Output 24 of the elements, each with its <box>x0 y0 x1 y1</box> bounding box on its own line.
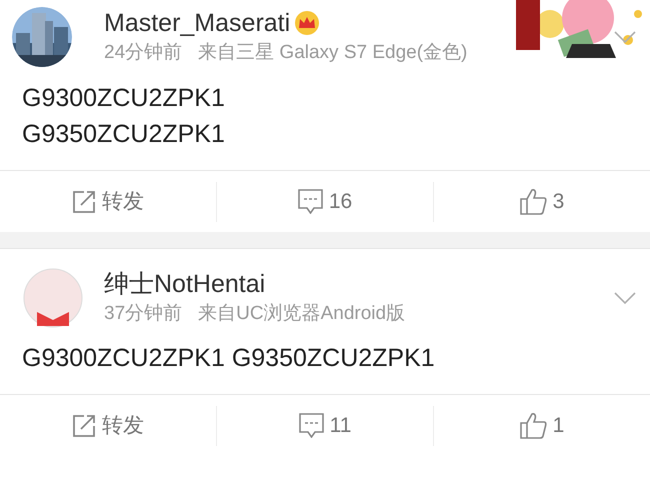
repost-button[interactable]: 转发 <box>72 186 144 218</box>
chevron-down-icon[interactable] <box>614 31 636 43</box>
like-button[interactable]: 1 <box>520 410 564 442</box>
post-source: 来自UC浏览器Android版 <box>198 302 406 326</box>
username[interactable]: Master_Maserati <box>104 8 290 38</box>
post-text: G9350ZCU2ZPK1 <box>22 119 226 150</box>
comment-icon <box>298 189 323 214</box>
avatar-icon <box>23 268 83 328</box>
thumbs-up-icon <box>520 188 547 215</box>
repost-button[interactable]: 转发 <box>72 410 144 442</box>
share-icon <box>72 190 96 214</box>
thumbs-up-icon <box>520 412 547 439</box>
comment-button[interactable]: 16 <box>298 186 352 218</box>
post-time: 37分钟前 <box>104 302 182 326</box>
username[interactable]: 绅士NotHentai <box>104 269 266 299</box>
chevron-down-icon[interactable] <box>614 292 636 304</box>
like-button[interactable]: 3 <box>520 186 564 218</box>
post-source: 来自三星 Galaxy S7 Edge(金色) <box>198 41 468 65</box>
comment-icon <box>298 413 324 438</box>
comment-button[interactable]: 11 <box>298 410 352 442</box>
post-text: G9300ZCU2ZPK1 G9350ZCU2ZPK1 <box>22 343 436 374</box>
post-text: G9300ZCU2ZPK1 <box>22 83 226 114</box>
post-time: 24分钟前 <box>104 41 182 65</box>
share-icon <box>72 414 96 438</box>
